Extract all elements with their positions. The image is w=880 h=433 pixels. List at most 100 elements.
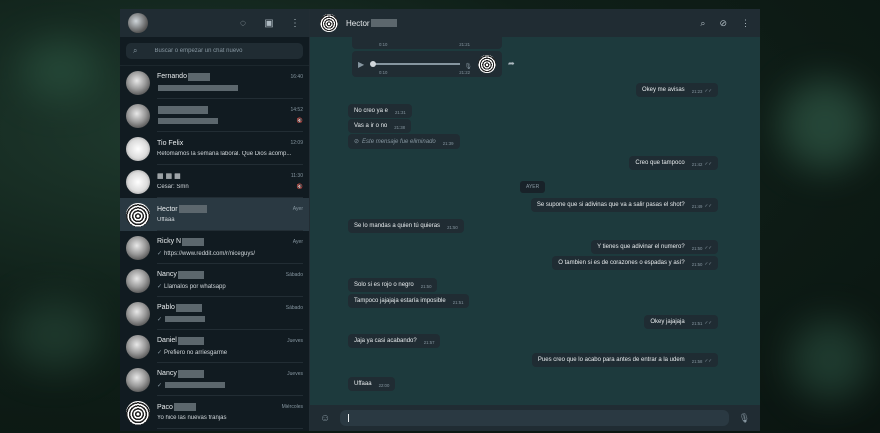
menu-icon[interactable]: ⋮ bbox=[289, 18, 301, 29]
avatar bbox=[126, 334, 150, 359]
profile-avatar[interactable] bbox=[128, 13, 148, 33]
check-icon: ✓ bbox=[157, 316, 163, 323]
chat-item-group[interactable]: ▦ ▦ ▦ 11:30 Cesar: Smn 🔇 bbox=[120, 165, 309, 198]
message-out: Se supone que si adivinas que va a salir… bbox=[530, 198, 718, 212]
message-out: Okey me avisas 21:23 ✓✓ bbox=[636, 83, 718, 97]
check-icon: ✓✓ bbox=[704, 161, 712, 166]
chat-item-daniel[interactable]: Daniel Jueves ✓ Prefiero no arriesgarme bbox=[120, 330, 309, 363]
day-separator: AYER bbox=[520, 181, 546, 193]
chat-name: Nancy bbox=[157, 271, 177, 278]
attach-icon[interactable]: ⊘ bbox=[719, 18, 727, 29]
message-out: Creo que tampoco 21:42 ✓✓ bbox=[629, 156, 718, 170]
message-time: 21:21 bbox=[459, 42, 470, 47]
avatar bbox=[126, 136, 150, 161]
message-area: 0:10 21:21 ▶ 🎙 0:10 21:22 ➦ Okey me avis… bbox=[310, 37, 760, 405]
avatar bbox=[126, 235, 150, 260]
chat-time: 14:52 bbox=[290, 107, 303, 113]
chat-name: Daniel bbox=[157, 337, 177, 344]
mic-icon: 🎙 bbox=[464, 64, 472, 70]
chat-preview: Cesar: Smn bbox=[157, 184, 189, 190]
search-icon[interactable]: ⌕ bbox=[700, 18, 705, 29]
chat-name: Nancy bbox=[157, 370, 177, 377]
chat-item-tio-felix[interactable]: Tio Felix 12:09 Retomamos la semana labor… bbox=[120, 132, 309, 165]
chat-time: 12:09 bbox=[290, 140, 303, 146]
conversation-header: Hector ⌕ ⊘ ⋮ bbox=[310, 9, 760, 37]
message-in: Jaja ya casi acabando? 21:57 bbox=[348, 334, 441, 348]
chat-time: Ayer bbox=[292, 238, 303, 245]
message-in: Tampoco jajajaja estaría imposible 21:51 bbox=[348, 294, 470, 308]
forward-icon[interactable]: ➦ bbox=[508, 59, 515, 68]
chat-item-ricky[interactable]: Ricky N Ayer ✓ https://www.reddit.com/r/ni… bbox=[120, 231, 309, 264]
composer: ☺ 🎙 bbox=[310, 405, 760, 431]
search-input[interactable] bbox=[154, 48, 296, 54]
menu-icon[interactable]: ⋮ bbox=[741, 18, 750, 29]
audio-duration: 0:10 bbox=[379, 70, 388, 75]
chat-time: Jueves bbox=[287, 337, 303, 344]
chat-item-paco[interactable]: Paco Miércoles Yo hice las nuevas franjas bbox=[120, 396, 309, 429]
sidebar: ◌ ▣ ⋮ ⌕ Fernando 16:40 14:52 bbox=[120, 9, 310, 431]
play-icon[interactable]: ▶ bbox=[358, 60, 364, 69]
chat-preview: Prefiero no arriesgarme bbox=[164, 349, 228, 356]
message-in: Vas a ir o no 21:38 bbox=[348, 119, 412, 133]
chat-name: Ricky N bbox=[157, 238, 182, 245]
check-icon: ✓ bbox=[157, 283, 163, 290]
audio-message[interactable]: 0:10 21:21 bbox=[352, 37, 502, 49]
message-out: Pues creo que lo acabo para antes de ent… bbox=[531, 353, 718, 367]
message-time: 21:22 bbox=[459, 70, 470, 75]
check-icon: ✓ bbox=[157, 382, 163, 389]
chat-time: 16:40 bbox=[290, 73, 303, 80]
chat-item-fernando[interactable]: Fernando 16:40 bbox=[120, 66, 309, 99]
whatsapp-window: ◌ ▣ ⋮ ⌕ Fernando 16:40 14:52 bbox=[120, 9, 760, 431]
avatar bbox=[126, 103, 150, 128]
chat-item-hector[interactable]: Hector Ayer Uffaaa bbox=[120, 198, 309, 231]
check-icon: ✓✓ bbox=[704, 261, 712, 266]
chat-item-nancy-2[interactable]: Nancy Jueves ✓ bbox=[120, 363, 309, 396]
message-in: Solo si es rojo o negro 21:50 bbox=[348, 278, 438, 292]
muted-icon: 🔇 bbox=[296, 184, 303, 190]
chat-item-pablo[interactable]: Pablo Sábado ✓ bbox=[120, 297, 309, 330]
conversation-panel: Hector ⌕ ⊘ ⋮ 0:10 21:21 ▶ 🎙 0:10 21:22 ➦… bbox=[310, 9, 760, 431]
contact-avatar[interactable] bbox=[320, 14, 338, 32]
chat-item-nancy[interactable]: Nancy Sábado ✓ Llamalos por whatsapp bbox=[120, 264, 309, 297]
chat-item-2[interactable]: 14:52 🔇 bbox=[120, 99, 309, 132]
contact-name[interactable]: Hector bbox=[346, 19, 370, 28]
audio-progress[interactable] bbox=[370, 61, 461, 67]
chat-name: Fernando bbox=[157, 73, 187, 81]
chat-preview: Retomamos la semana laboral. Que Dios ac… bbox=[157, 150, 292, 157]
message-out: O tambien si es de corazones o espadas y… bbox=[552, 256, 718, 270]
sender-avatar bbox=[478, 55, 496, 73]
chat-time: Miércoles bbox=[281, 404, 303, 410]
message-deleted: ⊘ Este mensaje fue eliminado 21:39 bbox=[348, 134, 460, 149]
message-in: Uffaaa 22:00 bbox=[348, 377, 396, 391]
message-in: No creo ya e 21:31 bbox=[348, 104, 412, 118]
avatar bbox=[126, 400, 150, 425]
status-icon[interactable]: ◌ bbox=[237, 18, 249, 29]
check-icon: ✓✓ bbox=[704, 203, 712, 208]
chat-time: Sábado bbox=[285, 271, 303, 278]
check-icon: ✓ bbox=[157, 250, 163, 257]
message-in: Se lo mandas a quien tú quieras 21:50 bbox=[348, 219, 464, 233]
check-icon: ✓✓ bbox=[704, 358, 712, 363]
avatar bbox=[126, 169, 150, 194]
avatar bbox=[126, 367, 150, 392]
avatar bbox=[126, 268, 150, 293]
avatar bbox=[126, 70, 150, 95]
check-icon: ✓✓ bbox=[704, 88, 712, 93]
message-input[interactable] bbox=[340, 410, 729, 426]
chat-name: Pablo bbox=[157, 304, 175, 311]
avatar bbox=[126, 202, 150, 227]
flag-emojis: ▦ ▦ ▦ bbox=[157, 173, 181, 180]
chat-preview: Llamalos por whatsapp bbox=[164, 283, 226, 290]
chat-time: 11:30 bbox=[290, 173, 303, 179]
message-out: Y tienes que adivinar el numero? 21:50 ✓✓ bbox=[591, 240, 718, 254]
mic-icon[interactable]: 🎙 bbox=[739, 413, 750, 424]
message-out: Okey jajajaja 21:51 ✓✓ bbox=[644, 315, 718, 329]
emoji-icon[interactable]: ☺ bbox=[320, 413, 330, 424]
blocked-icon: ⊘ bbox=[354, 139, 360, 145]
audio-message[interactable]: ▶ 🎙 0:10 21:22 bbox=[352, 51, 502, 77]
chat-list: Fernando 16:40 14:52 🔇 Tio Felix 12:09 Ret… bbox=[120, 66, 309, 431]
audio-duration: 0:10 bbox=[379, 42, 388, 47]
new-chat-icon[interactable]: ▣ bbox=[263, 18, 275, 29]
sidebar-header: ◌ ▣ ⋮ bbox=[120, 9, 309, 37]
chat-preview: Uffaaa bbox=[157, 217, 175, 223]
